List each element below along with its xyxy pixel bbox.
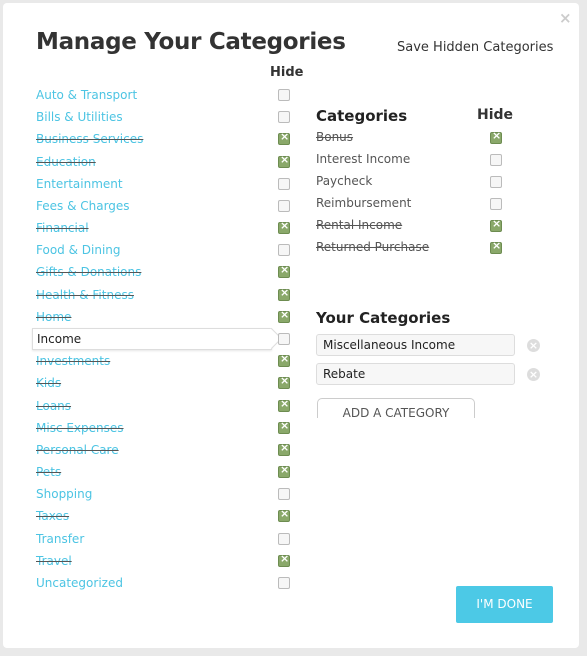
- category-item[interactable]: Bills & Utilities: [36, 107, 123, 127]
- subcategory-hide-header: Hide: [477, 107, 514, 123]
- hide-checkbox[interactable]: [278, 419, 290, 434]
- subcategory-item: Interest Income: [316, 152, 411, 166]
- hide-checkbox[interactable]: [490, 239, 502, 254]
- hide-checkbox[interactable]: [278, 332, 290, 345]
- hide-checkbox[interactable]: [490, 129, 502, 144]
- hide-checkbox[interactable]: [278, 286, 290, 301]
- hide-checkbox[interactable]: [278, 441, 290, 456]
- hide-checkbox[interactable]: [278, 308, 290, 323]
- category-item[interactable]: Fees & Charges: [36, 196, 130, 216]
- subcategory-item: Bonus: [316, 130, 354, 144]
- hide-checkbox[interactable]: [278, 488, 290, 501]
- hide-checkbox[interactable]: [278, 576, 290, 589]
- category-item[interactable]: Misc Expenses: [36, 418, 124, 438]
- category-item[interactable]: Loans: [36, 396, 71, 416]
- save-hidden-categories-link[interactable]: Save Hidden Categories: [397, 40, 553, 55]
- category-item[interactable]: Education: [36, 152, 96, 172]
- subcategories-title: Categories: [316, 107, 408, 125]
- hide-checkbox[interactable]: [278, 352, 290, 368]
- category-item[interactable]: Income: [32, 327, 272, 350]
- hide-checkbox[interactable]: [490, 217, 502, 232]
- hide-column-header: Hide: [270, 65, 304, 80]
- hide-checkbox[interactable]: [278, 177, 290, 190]
- hide-checkbox[interactable]: [278, 263, 290, 279]
- category-item[interactable]: Pets: [36, 462, 61, 482]
- delete-category-icon[interactable]: ×: [527, 368, 540, 381]
- category-item[interactable]: Financial: [36, 218, 89, 238]
- category-item[interactable]: Kids: [36, 373, 61, 393]
- subcategory-item: Reimbursement: [316, 196, 412, 210]
- category-item[interactable]: Entertainment: [36, 174, 123, 194]
- hide-checkbox[interactable]: [278, 111, 290, 124]
- category-item[interactable]: Travel: [36, 551, 72, 571]
- category-item[interactable]: Transfer: [36, 529, 84, 549]
- hide-checkbox[interactable]: [490, 198, 502, 210]
- close-icon[interactable]: ×: [559, 9, 572, 27]
- hide-checkbox[interactable]: [278, 374, 290, 390]
- hide-checkbox[interactable]: [278, 199, 290, 212]
- subcategory-item: Rental Income: [316, 218, 403, 232]
- done-button[interactable]: I'M DONE: [456, 586, 553, 623]
- page-title: Manage Your Categories: [36, 29, 346, 55]
- hide-checkbox[interactable]: [278, 130, 290, 146]
- category-item[interactable]: Shopping: [36, 484, 92, 504]
- hide-checkbox[interactable]: [278, 552, 290, 567]
- category-item[interactable]: Personal Care: [36, 440, 119, 460]
- hide-checkbox[interactable]: [278, 153, 290, 168]
- hide-checkbox[interactable]: [278, 244, 290, 257]
- category-item[interactable]: Home: [36, 307, 71, 327]
- delete-category-icon[interactable]: ×: [527, 339, 540, 352]
- category-item[interactable]: Taxes: [36, 506, 69, 526]
- hide-checkbox[interactable]: [278, 532, 290, 545]
- hide-checkbox[interactable]: [490, 176, 502, 188]
- category-item[interactable]: Auto & Transport: [36, 85, 137, 105]
- hide-checkbox[interactable]: [278, 219, 290, 235]
- subcategory-item: Returned Purchase: [316, 240, 430, 254]
- category-item[interactable]: Food & Dining: [36, 240, 121, 260]
- custom-category-input[interactable]: Rebate: [316, 363, 515, 385]
- category-item[interactable]: Investments: [36, 351, 110, 371]
- add-category-button[interactable]: ADD A CATEGORY: [317, 398, 475, 418]
- hide-checkbox[interactable]: [490, 154, 502, 166]
- manage-categories-dialog: × Manage Your Categories Save Hidden Cat…: [3, 3, 579, 648]
- hide-checkbox[interactable]: [278, 89, 290, 101]
- category-item[interactable]: Uncategorized: [36, 573, 123, 593]
- category-item[interactable]: Gifts & Donations: [36, 262, 141, 282]
- subcategory-item: Paycheck: [316, 174, 373, 188]
- hide-checkbox[interactable]: [278, 507, 290, 523]
- custom-category-input[interactable]: Miscellaneous Income: [316, 334, 515, 356]
- hide-checkbox[interactable]: [278, 397, 290, 412]
- hide-checkbox[interactable]: [278, 463, 290, 479]
- category-item[interactable]: Business Services: [36, 129, 143, 149]
- category-item[interactable]: Health & Fitness: [36, 285, 134, 305]
- your-categories-title: Your Categories: [316, 309, 451, 327]
